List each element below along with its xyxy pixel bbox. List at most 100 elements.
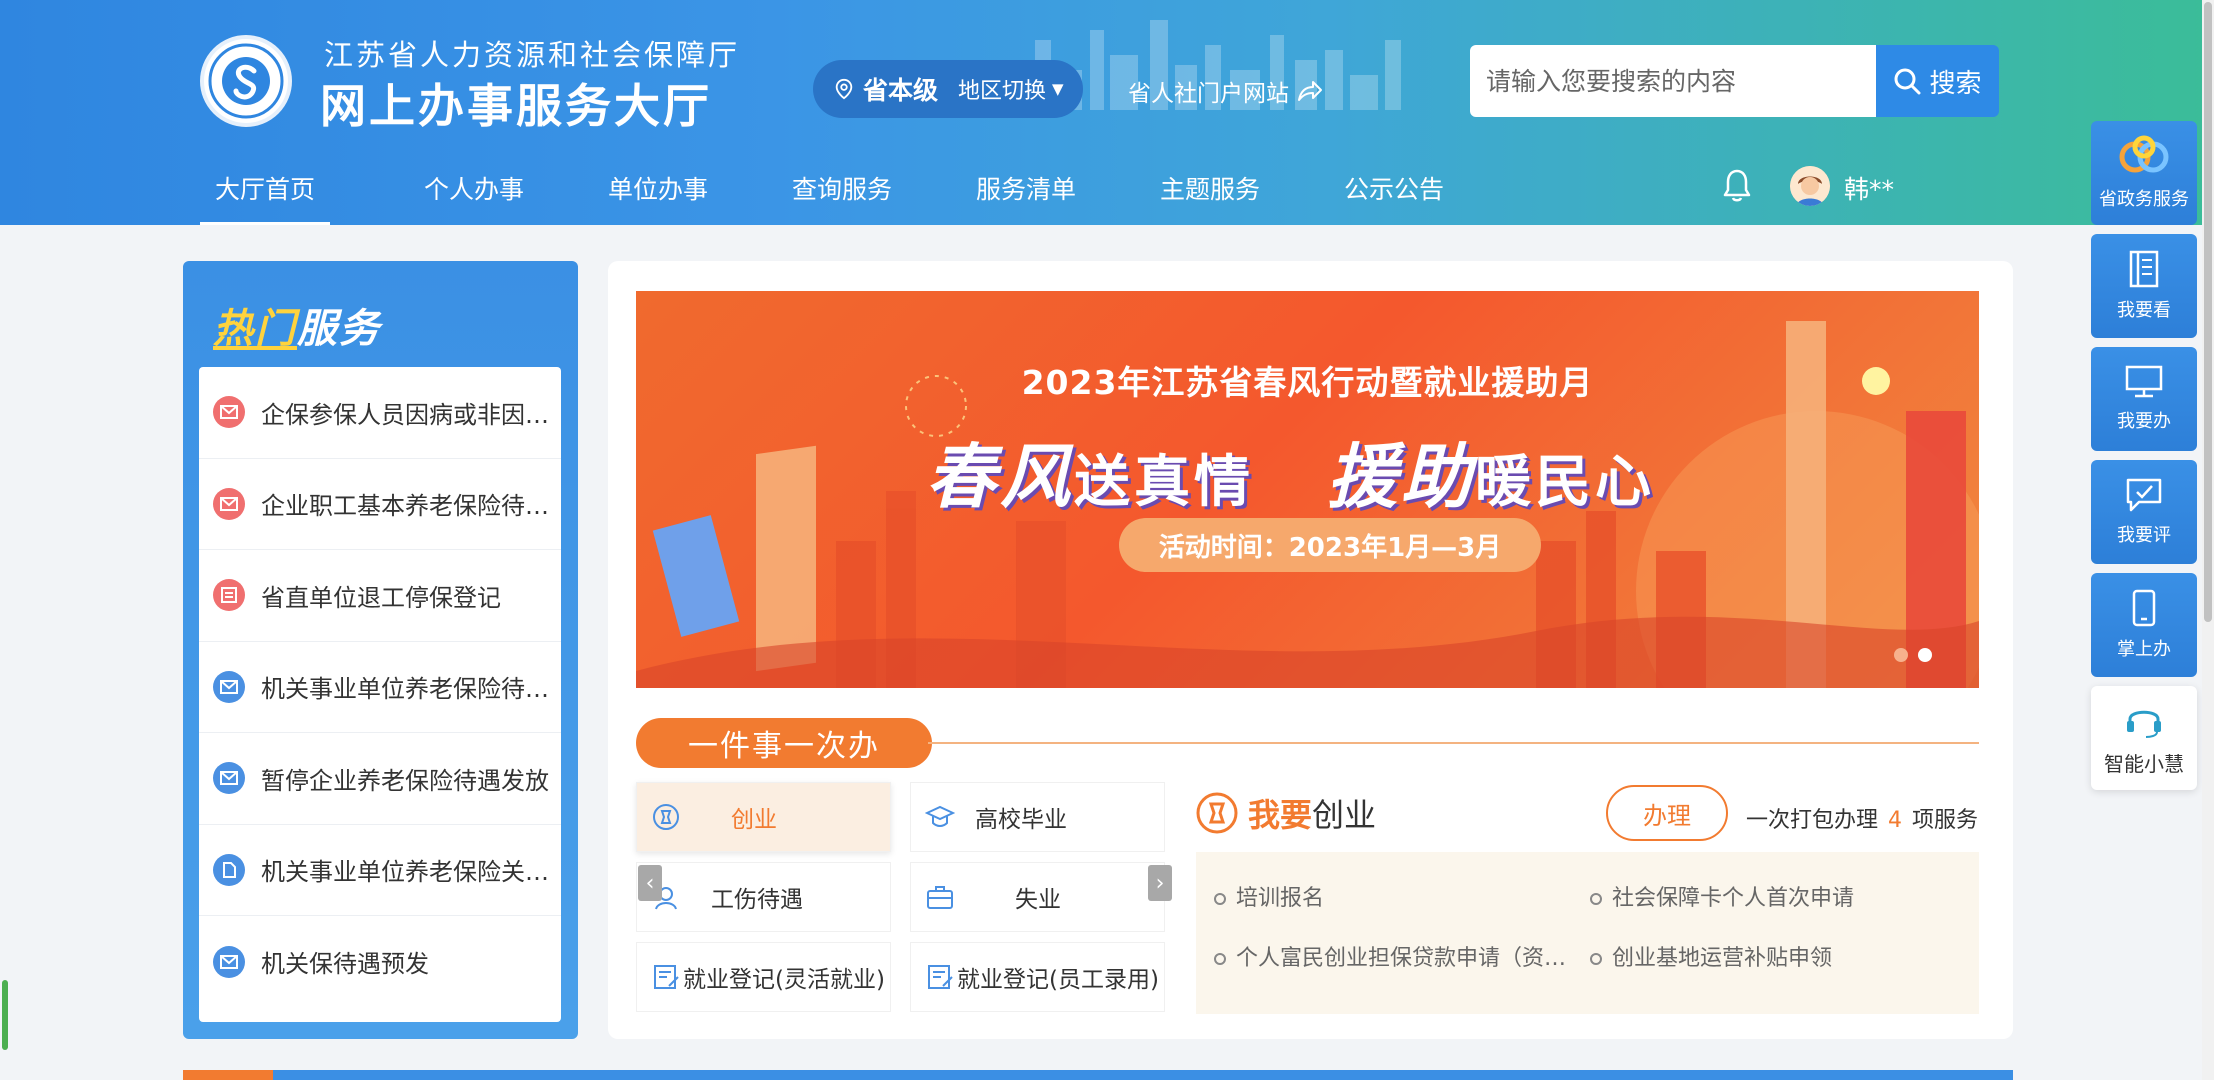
nav-personal[interactable]: 个人办事 [424,170,524,206]
hrss-logo[interactable] [200,35,292,127]
pack-info: 一次打包办理 4 项服务 [1746,802,1978,834]
nav-home[interactable]: 大厅首页 [199,170,331,225]
region-switch-label: 地区切换 [958,79,1047,104]
float-rate[interactable]: 我要评 [2091,460,2197,564]
hot-service-label: 暂停企业养老保险待遇发放 [261,766,549,795]
category-startup[interactable]: 创业 [636,782,891,852]
share-arrow-icon [1298,81,1322,101]
main-nav: 大厅首页 个人办事 单位办事 查询服务 服务清单 主题服务 公示公告 [0,160,1880,225]
banner-slogan-a: 春风 [926,436,1074,518]
hot-services-title: 热门服务 [213,296,381,354]
hot-service-label: 企业职工基本养老保险待遇申领 [261,492,551,521]
search-button-label: 搜索 [1929,68,1982,99]
service-link[interactable]: 培训报名 [1214,880,1324,912]
bell-icon[interactable] [1722,168,1752,204]
float-mobile[interactable]: 掌上办 [2091,573,2197,677]
scrollbar-thumb[interactable] [2204,2,2212,622]
side-indicator [2,980,8,1050]
hot-service-label: 机关保待遇预发 [261,950,429,979]
hot-service-label: 省直单位退工停保登记 [261,583,501,612]
divider [928,742,1979,744]
category-label: 工伤待遇 [711,887,803,913]
hot-service-item[interactable]: 暂停企业养老保险待遇发放 [199,733,561,825]
category-graduate[interactable]: 高校毕业 [910,782,1165,852]
hot-service-item[interactable]: 省直单位退工停保登记 [199,550,561,642]
banner-pagination [1894,648,1932,662]
onething-detail: 我要 创业 办理 一次打包办理 4 项服务 培训报名 社会保障卡个人首次申请 个人富民… [1196,782,1979,1014]
service-link[interactable]: 社会保障卡个人首次申请 [1590,880,1854,912]
nav-query[interactable]: 查询服务 [792,170,892,206]
form-icon [213,579,245,612]
nav-notices[interactable]: 公示公告 [1344,170,1444,206]
category-injury[interactable]: 工伤待遇 [636,862,891,932]
logo-emblem-icon [208,43,284,119]
hot-service-item[interactable]: 机关事业单位养老保险关系转移 [199,825,561,916]
header: 江苏省人力资源和社会保障厅 网上办事服务大厅 省本级 地区切换 ▼ 省人社门户网… [0,0,2214,225]
category-unemployment[interactable]: 失业 [910,862,1165,932]
promo-banner[interactable]: 2023年江苏省春风行动暨就业援助月 春风送真情 援助暖民心 活动时间：2023… [636,291,1979,688]
category-label: 就业登记(员工录用) [957,967,1159,993]
pack-prefix: 一次打包办理 [1746,808,1879,833]
float-assistant[interactable]: 智能小慧 [2091,686,2197,790]
pack-count: 4 [1888,808,1903,833]
register-icon [654,965,679,989]
scrollbar[interactable] [2202,0,2214,1080]
hall-name: 网上办事服务大厅 [320,79,712,133]
category-staff-employment[interactable]: 就业登记(员工录用) [910,942,1165,1012]
hot-service-item[interactable]: 机关事业单位养老保险待遇申领 [199,642,561,733]
detail-header: 我要 创业 办理 一次打包办理 4 项服务 [1196,782,1979,852]
mail-icon [213,945,245,978]
briefcase-icon [927,886,953,909]
nav-service-list[interactable]: 服务清单 [976,170,1076,206]
category-label: 就业登记(灵活就业) [683,967,885,993]
startup-badge-icon [1196,792,1238,834]
banner-slogan: 春风送真情 援助暖民心 [926,421,1655,522]
float-look[interactable]: 我要看 [2091,234,2197,338]
headset-icon [2127,710,2161,738]
category-label: 创业 [731,807,777,833]
avatar[interactable] [1790,166,1830,206]
category-label: 失业 [1015,887,1061,913]
comment-icon [2126,478,2162,512]
region-selector[interactable]: 省本级 地区切换 ▼ [813,60,1083,118]
service-link[interactable]: 创业基地运营补贴申领 [1590,940,1832,972]
hot-service-item[interactable]: 机关保待遇预发 [199,916,561,1008]
user-name[interactable]: 韩** [1844,170,1894,206]
mail-icon [213,487,245,520]
startup-icon [653,804,679,830]
search-button[interactable]: 搜索 [1876,45,1999,117]
float-do[interactable]: 我要办 [2091,347,2197,451]
prev-arrow-icon[interactable]: ‹ [638,865,662,901]
service-link[interactable]: 个人富民创业担保贷款申请（资格审核） [1214,940,1574,972]
hot-service-item[interactable]: 企业职工基本养老保险待遇申领 [199,459,561,550]
hot-service-label: 机关事业单位养老保险待遇申领 [261,675,551,704]
hot-services-title-service: 服务 [297,306,381,352]
apply-button[interactable]: 办理 [1606,785,1728,841]
portal-link[interactable]: 省人社门户网站 [1128,74,1323,108]
search-input[interactable] [1470,45,1878,117]
detail-title-prefix: 我要 [1248,796,1313,834]
next-arrow-icon[interactable]: › [1148,865,1172,901]
monitor-icon [2125,365,2163,398]
org-name: 江苏省人力资源和社会保障厅 [324,38,741,72]
graduate-cap-icon [925,805,955,827]
float-gov-service[interactable]: 省政务服务 [2091,121,2197,225]
nav-theme[interactable]: 主题服务 [1160,170,1260,206]
nav-unit[interactable]: 单位办事 [608,170,708,206]
register-icon [928,965,953,989]
next-section-edge [183,1070,2013,1080]
search-icon [1894,68,1921,95]
portal-link-label: 省人社门户网站 [1128,81,1289,107]
region-level: 省本级 [863,76,939,105]
banner-time: 活动时间：2023年1月—3月 [1119,518,1541,572]
caret-down-icon: ▼ [1052,80,1064,98]
category-label: 高校毕业 [975,807,1067,833]
detail-title-suffix: 创业 [1312,796,1377,834]
banner-dot[interactable] [1894,648,1908,662]
banner-dot-active[interactable] [1918,648,1932,662]
hot-service-item[interactable]: 企保参保人员因病或非因工死亡 [199,367,561,459]
onething-tag: 一件事一次办 [636,718,932,768]
category-flexible-employment[interactable]: 就业登记(灵活就业) [636,942,891,1012]
location-pin-icon [835,78,853,100]
hot-services-panel: 热门服务 企保参保人员因病或非因工死亡 企业职工基本养老保险待遇申领 省直单位退… [183,261,578,1039]
